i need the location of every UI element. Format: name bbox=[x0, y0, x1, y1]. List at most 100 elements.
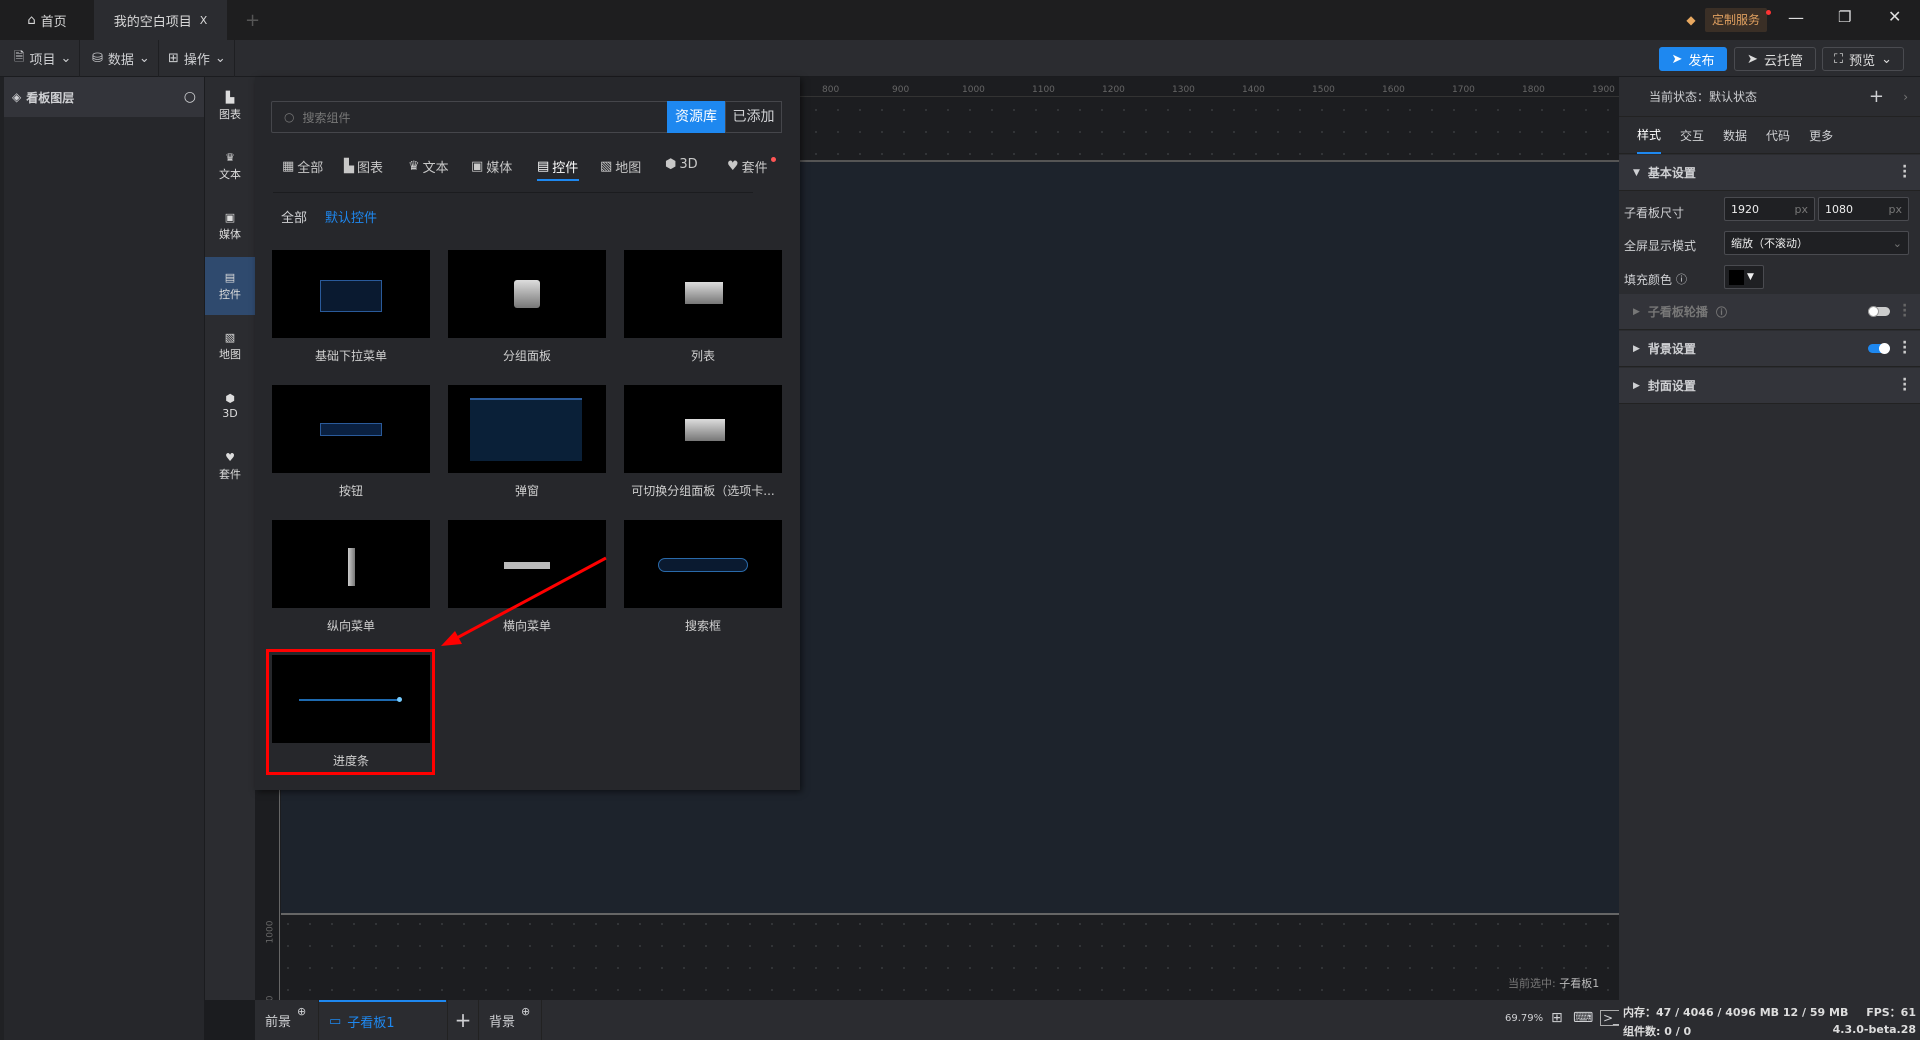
add-circle-icon[interactable]: ⊕ bbox=[521, 1005, 530, 1018]
notification-dot bbox=[771, 157, 776, 162]
menu-project[interactable]: 🗎 项目 ⌄ bbox=[6, 40, 81, 77]
background-toggle[interactable] bbox=[1868, 343, 1890, 354]
carousel-label: 子看板轮播 bbox=[1647, 305, 1708, 319]
menu-data[interactable]: ⛁ 数据 ⌄ bbox=[84, 40, 159, 77]
close-tab-icon[interactable]: X bbox=[200, 14, 208, 27]
close-window-icon[interactable]: ✕ bbox=[1888, 7, 1901, 26]
caret-right-icon: ▶ bbox=[1633, 380, 1640, 391]
tab-project[interactable]: 我的空白项目 X bbox=[94, 0, 227, 40]
cat-map[interactable]: ▧ 地图 bbox=[600, 157, 641, 176]
category-chart[interactable]: ▙ 图表 bbox=[205, 77, 255, 135]
search-icon[interactable]: ○ bbox=[184, 89, 196, 105]
more-icon[interactable]: · · · bbox=[1902, 373, 1907, 397]
component-thumbnail[interactable] bbox=[448, 385, 606, 473]
category-kit[interactable]: ♥ 套件 bbox=[205, 437, 255, 495]
search-placeholder: 搜索组件 bbox=[302, 110, 351, 125]
unit-label: px bbox=[1888, 202, 1903, 216]
layers-icon: ◈ bbox=[12, 90, 22, 104]
tab-interaction[interactable]: 交互 bbox=[1680, 127, 1704, 144]
component-thumbnail[interactable] bbox=[624, 520, 782, 608]
component-thumbnail[interactable] bbox=[272, 385, 430, 473]
component-count: 组件数: 0 / 0 bbox=[1623, 1025, 1692, 1038]
component-thumbnail[interactable] bbox=[624, 250, 782, 338]
board-tab-label: 子看板1 bbox=[347, 1015, 395, 1031]
help-icon[interactable]: ⓘ bbox=[1676, 271, 1687, 287]
background-settings-header[interactable]: ▶ 背景设置 · · · bbox=[1619, 331, 1920, 367]
zoom-level[interactable]: 69.79% bbox=[1505, 1013, 1543, 1024]
category-3d[interactable]: ⬢ 3D bbox=[205, 377, 255, 435]
custom-service-button[interactable]: 定制服务 bbox=[1705, 8, 1767, 32]
background-tab[interactable]: 背景 ⊕ bbox=[479, 1000, 542, 1040]
category-control[interactable]: ▤ 控件 bbox=[205, 257, 255, 315]
preview-button[interactable]: ⛶ 预览 ⌄ bbox=[1822, 47, 1904, 71]
help-icon[interactable]: ⓘ bbox=[1716, 304, 1727, 320]
subfilter-all[interactable]: 全部 bbox=[281, 207, 307, 226]
new-tab-button[interactable]: + bbox=[245, 0, 260, 40]
active-cat-underline bbox=[537, 179, 579, 181]
subfilter-default[interactable]: 默认控件 bbox=[325, 207, 377, 226]
properties-panel: 当前状态：默认状态 + › 样式 交互 数据 代码 更多 ▼ 基本设置 · · · 子看板尺… bbox=[1619, 77, 1920, 1000]
title-bar: ⌂ 首页 我的空白项目 X + ◆ 定制服务 — ❐ ✕ bbox=[0, 0, 1920, 40]
control-icon: ▤ bbox=[224, 270, 236, 284]
menu-operate[interactable]: ⊞ 操作 ⌄ bbox=[160, 40, 235, 77]
add-board-button[interactable]: + bbox=[447, 1000, 479, 1040]
fit-screen-icon[interactable]: ⊞ bbox=[1551, 1010, 1563, 1026]
cat-media[interactable]: ▣ 媒体 bbox=[471, 157, 512, 176]
cat-kit[interactable]: ♥ 套件 bbox=[727, 157, 768, 176]
width-value: 1920 bbox=[1731, 202, 1759, 216]
component-thumbnail[interactable] bbox=[624, 385, 782, 473]
component-category-bar: ▙ 图表 ♛ 文本 ▣ 媒体 ▤ 控件 ▧ 地图 ⬢ 3D ♥ 套件 bbox=[205, 77, 255, 1000]
cloud-button[interactable]: ➤ 云托管 bbox=[1734, 47, 1816, 71]
width-input[interactable]: 1920 px bbox=[1724, 197, 1815, 221]
search-input[interactable]: ○ 搜索组件 bbox=[271, 101, 670, 133]
board-tab[interactable]: ▭ 子看板1 bbox=[319, 1000, 446, 1040]
caret-right-icon: ▶ bbox=[1633, 306, 1640, 317]
tab-home[interactable]: ⌂ 首页 bbox=[0, 0, 94, 40]
cat-chart[interactable]: ▙ 图表 bbox=[344, 157, 383, 176]
ruler-label: 1800 bbox=[1522, 85, 1545, 95]
height-input[interactable]: 1080 px bbox=[1818, 197, 1909, 221]
menu-operate-label: 操作 bbox=[183, 53, 210, 68]
tab-style[interactable]: 样式 bbox=[1637, 117, 1662, 154]
category-text[interactable]: ♛ 文本 bbox=[205, 137, 255, 195]
cat-label: 全部 bbox=[297, 161, 324, 176]
more-icon[interactable]: · · · bbox=[1902, 160, 1907, 184]
category-map[interactable]: ▧ 地图 bbox=[205, 317, 255, 375]
fullscreen-select[interactable]: 缩放（不滚动） ⌄ bbox=[1724, 231, 1909, 255]
category-media[interactable]: ▣ 媒体 bbox=[205, 197, 255, 255]
chevron-right-icon[interactable]: › bbox=[1903, 90, 1908, 104]
component-thumbnail[interactable] bbox=[448, 520, 606, 608]
component-thumbnail[interactable] bbox=[272, 520, 430, 608]
chart-icon: ▙ bbox=[344, 159, 354, 174]
component-thumbnail[interactable] bbox=[272, 250, 430, 338]
cat-all[interactable]: ▦ 全部 bbox=[282, 157, 323, 176]
add-state-icon[interactable]: + bbox=[1869, 86, 1884, 107]
carousel-header[interactable]: ▶ 子看板轮播 ⓘ · · · bbox=[1619, 294, 1920, 330]
carousel-toggle[interactable] bbox=[1868, 306, 1890, 317]
version: 4.3.0-beta.28 bbox=[1832, 1023, 1916, 1036]
component-thumbnail[interactable] bbox=[448, 250, 606, 338]
cat-3d[interactable]: ⬢ 3D bbox=[665, 157, 698, 172]
cat-control[interactable]: ▤ 控件 bbox=[537, 157, 578, 176]
publish-button[interactable]: ➤ 发布 bbox=[1659, 47, 1727, 71]
foreground-tab[interactable]: 前景 ⊕ bbox=[255, 1000, 319, 1040]
cat-text[interactable]: ♛ 文本 bbox=[408, 157, 449, 176]
added-tab[interactable]: 已添加 bbox=[725, 101, 782, 133]
basic-settings-header[interactable]: ▼ 基本设置 · · · bbox=[1619, 155, 1920, 191]
chevron-down-icon: ⌄ bbox=[1892, 236, 1902, 250]
category-label: 媒体 bbox=[219, 227, 241, 241]
cover-settings-header[interactable]: ▶ 封面设置 · · · bbox=[1619, 368, 1920, 404]
ruler-label: 1400 bbox=[1242, 85, 1265, 95]
tab-data[interactable]: 数据 bbox=[1723, 127, 1747, 144]
more-icon[interactable]: · · · bbox=[1902, 336, 1907, 360]
add-circle-icon[interactable]: ⊕ bbox=[297, 1005, 306, 1018]
restore-icon[interactable]: ❐ bbox=[1838, 8, 1851, 26]
keyboard-icon[interactable]: ⌨ bbox=[1573, 1010, 1593, 1026]
minimize-icon[interactable]: — bbox=[1788, 8, 1804, 27]
color-swatch bbox=[1729, 269, 1744, 285]
tab-code[interactable]: 代码 bbox=[1766, 127, 1790, 144]
fill-color-picker[interactable]: ▼ bbox=[1724, 265, 1764, 289]
tab-more[interactable]: 更多 bbox=[1809, 127, 1833, 144]
more-icon[interactable]: · · · bbox=[1902, 299, 1907, 323]
library-tab[interactable]: 资源库 bbox=[667, 101, 725, 133]
